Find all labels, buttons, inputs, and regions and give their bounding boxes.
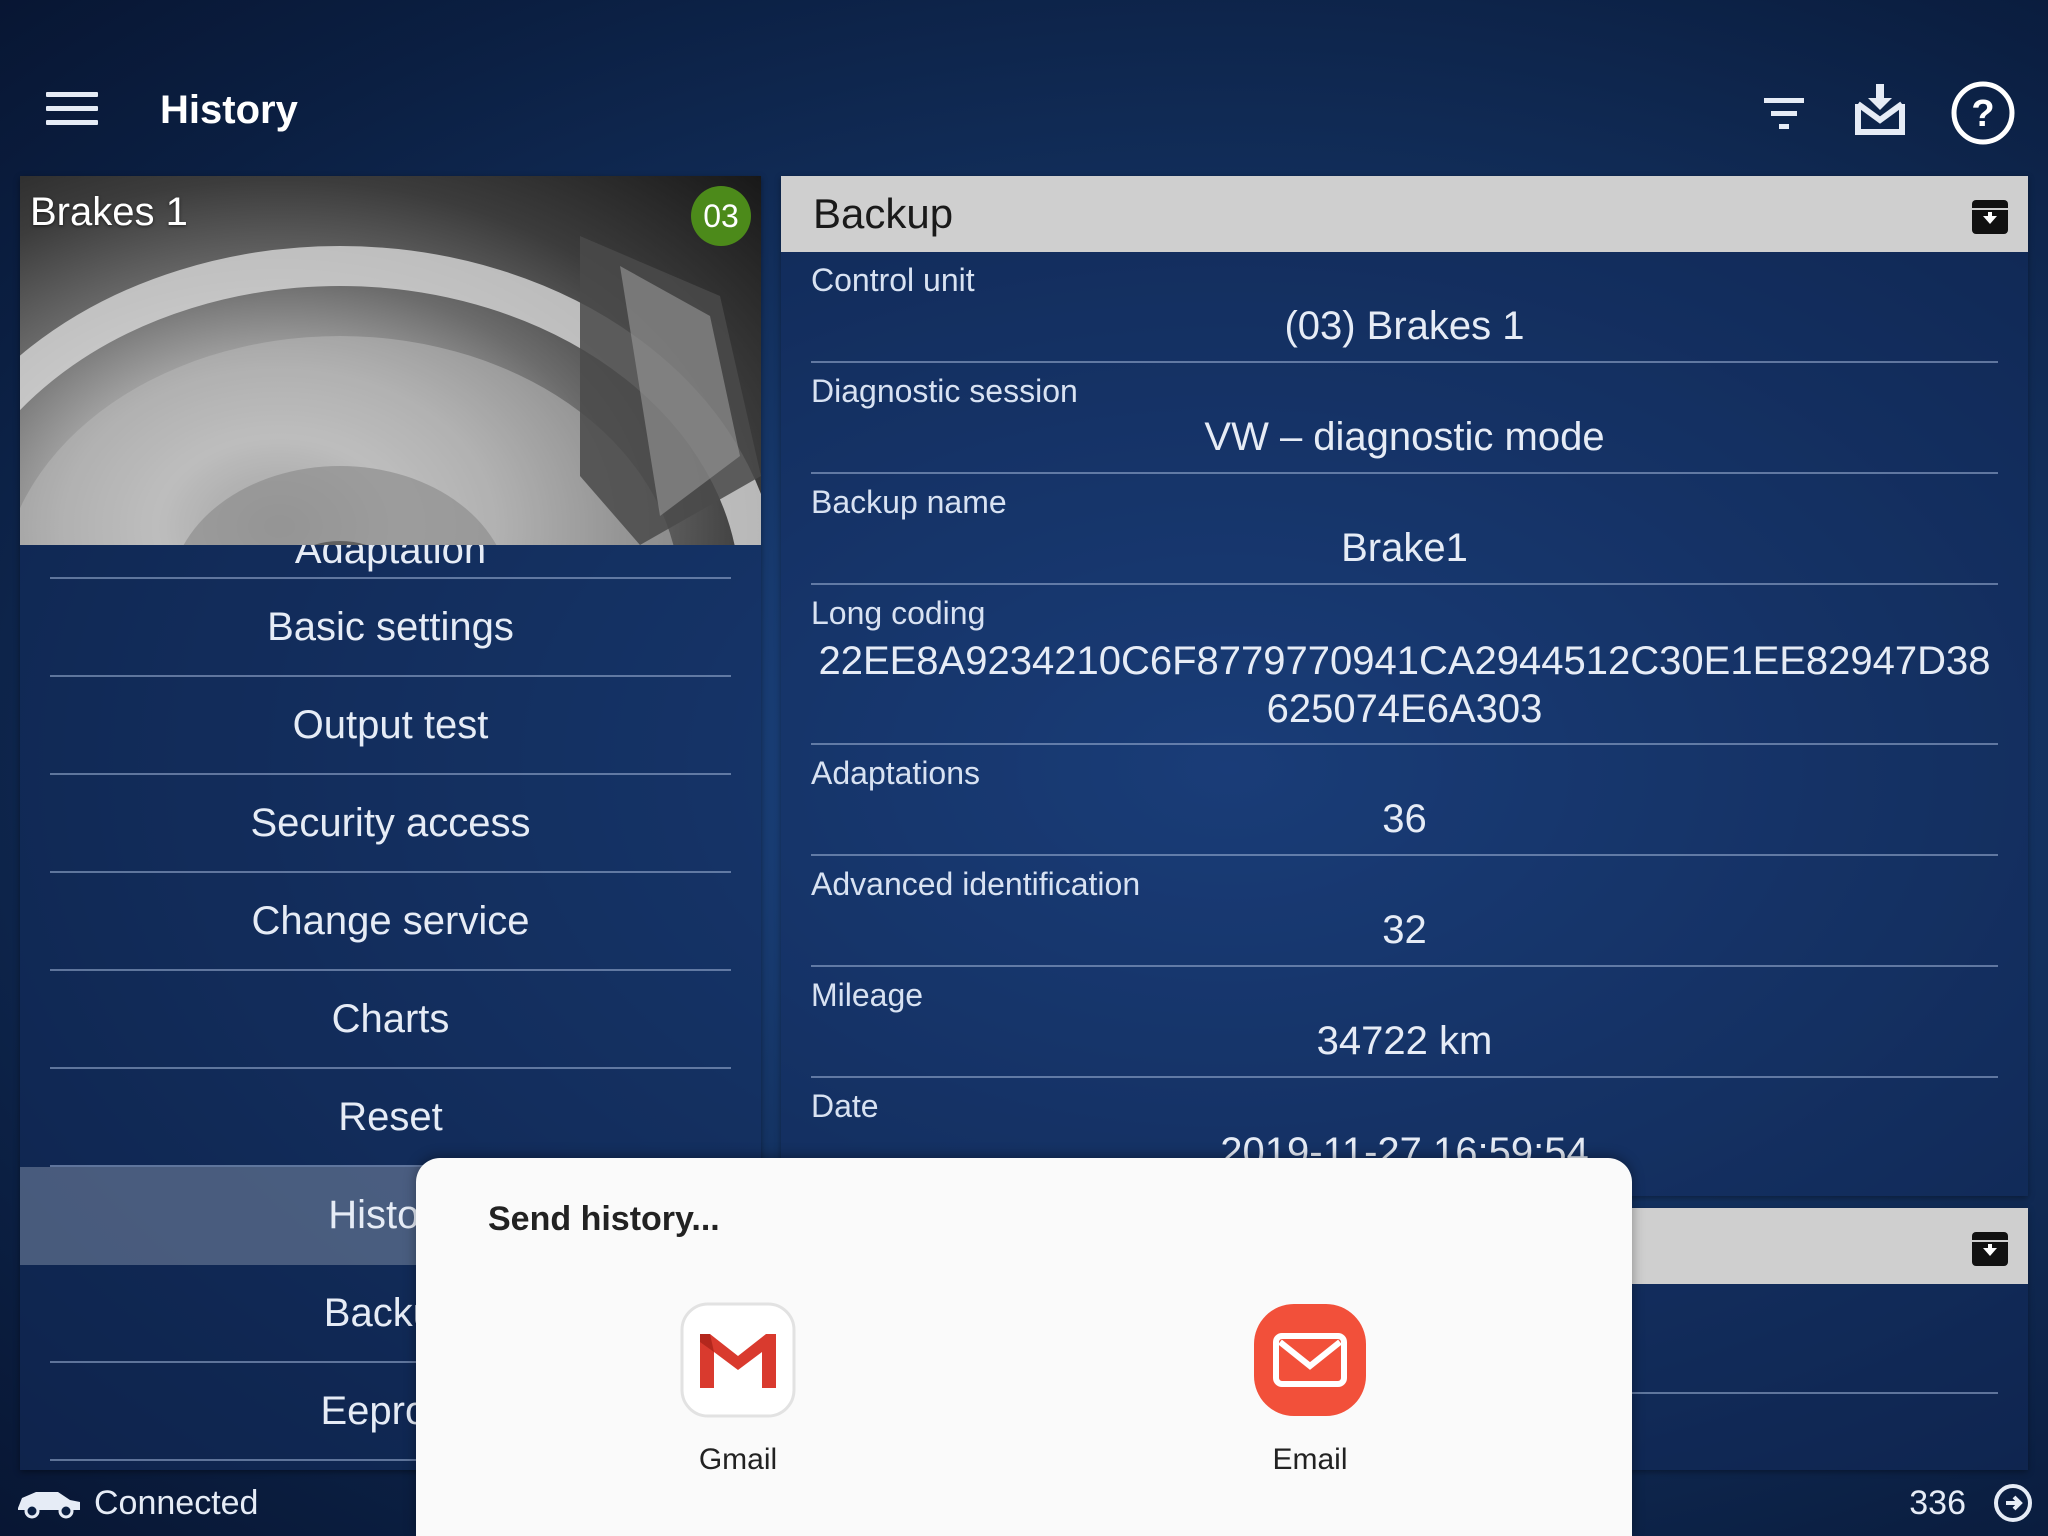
field-value: 34722 km [1316, 1019, 1493, 1063]
field-value: 22EE8A9234210C6F8779770941CA2944512C30E1… [818, 639, 1991, 731]
save-to-inbox-icon[interactable] [1852, 82, 1908, 138]
field-value: 32 [1382, 908, 1427, 952]
refresh-icon[interactable] [1992, 1482, 2034, 1524]
archive-icon[interactable] [1970, 196, 2010, 236]
field-label: Advanced identification [811, 866, 1141, 902]
send-history-share-sheet: Send history... Gmail Email [416, 1158, 1632, 1536]
field-value: VW – diagnostic mode [1204, 415, 1605, 459]
hamburger-menu-icon[interactable] [46, 92, 98, 132]
control-unit-image[interactable]: Brakes 1 03 [20, 176, 761, 545]
share-option-gmail[interactable]: Gmail [638, 1300, 838, 1477]
field-label: Diagnostic session [811, 373, 1078, 409]
control-unit-name: Brakes 1 [30, 190, 188, 234]
field-mileage: Mileage 34722 km [811, 967, 1998, 1078]
app-label: Email [1272, 1443, 1348, 1476]
car-icon [18, 1492, 80, 1519]
menu-item-adaptation[interactable]: Adaptation [50, 545, 731, 579]
field-label: Adaptations [811, 755, 981, 791]
top-app-bar: History ? [0, 0, 2048, 176]
menu-item-security-access[interactable]: Security access [50, 775, 731, 873]
share-sheet-title: Send history... [488, 1200, 720, 1238]
menu-item-basic-settings[interactable]: Basic settings [50, 579, 731, 677]
field-label: Mileage [811, 977, 924, 1013]
svg-text:?: ? [1971, 93, 1994, 135]
connection-status: Connected [94, 1484, 259, 1522]
field-value: Brake1 [1341, 526, 1468, 570]
email-icon[interactable] [1250, 1300, 1370, 1420]
filter-icon[interactable] [1758, 88, 1810, 140]
share-option-email[interactable]: Email [1210, 1300, 1410, 1477]
menu-item-change-service[interactable]: Change service [50, 873, 731, 971]
help-icon[interactable]: ? [1950, 80, 2016, 146]
field-long-coding: Long coding 22EE8A9234210C6F8779770941CA… [811, 585, 1998, 745]
menu-item-charts[interactable]: Charts [50, 971, 731, 1069]
menu-item-reset[interactable]: Reset [50, 1069, 731, 1167]
field-label: Control unit [811, 262, 975, 298]
field-diagnostic-session: Diagnostic session VW – diagnostic mode [811, 363, 1998, 474]
app-label: Gmail [698, 1443, 778, 1476]
field-adaptations: Adaptations 36 [811, 745, 1998, 856]
field-control-unit: Control unit (03) Brakes 1 [811, 252, 1998, 363]
menu-item-output-test[interactable]: Output test [50, 677, 731, 775]
field-label: Date [811, 1088, 879, 1124]
field-backup-name: Backup name Brake1 [811, 474, 1998, 585]
field-advanced-identification: Advanced identification 32 [811, 856, 1998, 967]
backup-card-body: Control unit (03) Brakes 1 Diagnostic se… [781, 252, 2028, 1189]
page-title: History [160, 88, 298, 132]
history-count: 336 [1909, 1484, 1966, 1522]
backup-card-title: Backup [813, 190, 954, 237]
backup-card: Backup Control unit (03) Brakes 1 Diagno… [781, 176, 2028, 1196]
field-value: (03) Brakes 1 [1284, 304, 1525, 348]
field-label: Long coding [811, 595, 986, 631]
field-label: Backup name [811, 484, 1007, 520]
archive-icon[interactable] [1970, 1228, 2010, 1268]
control-unit-address-badge: 03 [691, 186, 751, 246]
field-value: 36 [1382, 797, 1427, 841]
gmail-icon[interactable] [678, 1300, 798, 1420]
backup-card-header[interactable]: Backup [781, 176, 2028, 252]
